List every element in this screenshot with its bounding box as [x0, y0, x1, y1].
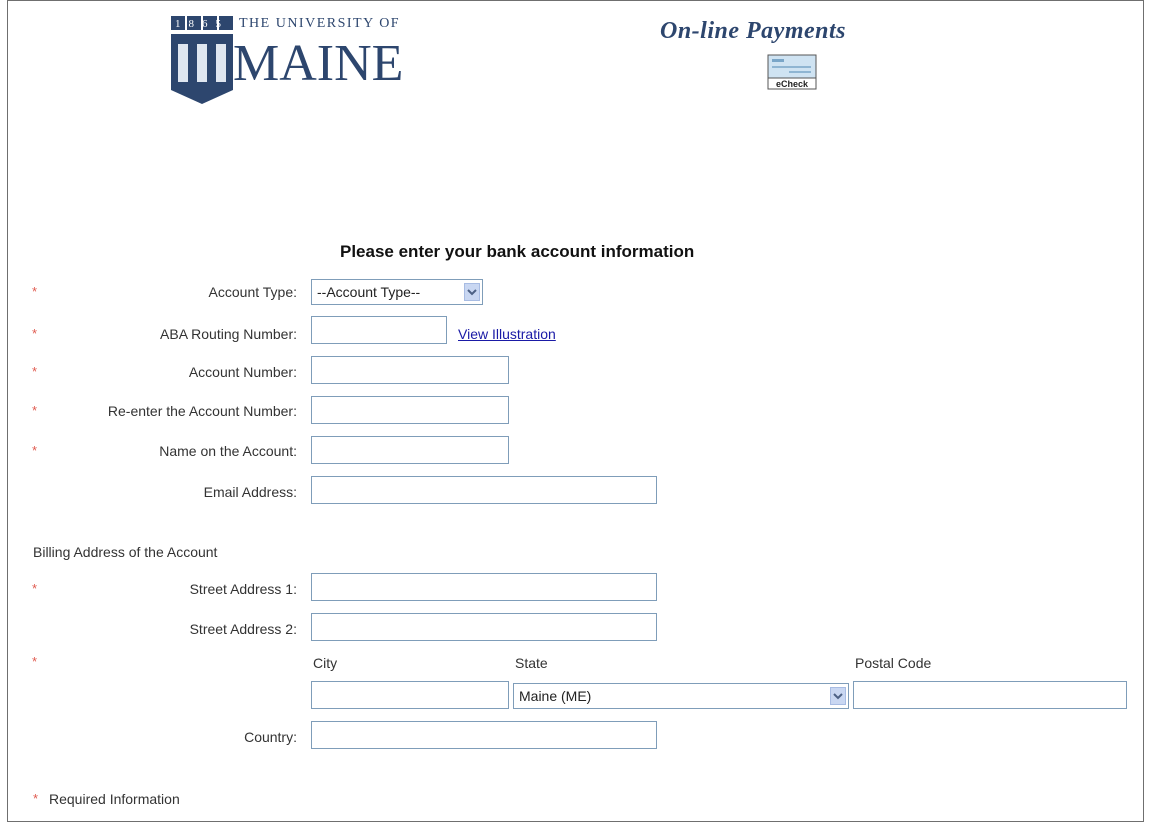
account-name-label: Name on the Account: [159, 443, 297, 459]
chevron-down-icon[interactable] [830, 687, 846, 705]
email-field[interactable] [311, 476, 657, 504]
echeck-label: eCheck [776, 79, 809, 89]
country-input[interactable] [311, 721, 657, 749]
required-mark: * [32, 284, 38, 299]
required-mark: * [32, 364, 38, 379]
billing-address-heading: Billing Address of the Account [33, 544, 218, 560]
state-select[interactable]: Maine (ME) [513, 683, 849, 709]
required-mark: * [33, 791, 39, 806]
echeck-icon: eCheck [767, 54, 817, 90]
view-illustration-link[interactable]: View Illustration [458, 326, 556, 342]
account-type-select[interactable]: --Account Type-- [311, 279, 483, 305]
logo-name: MAINE [233, 35, 403, 92]
university-logo: 1865 THE UNIVERSITY OF MAINE [171, 16, 403, 104]
state-label: State [515, 655, 548, 671]
account-type-label: Account Type: [208, 284, 297, 300]
page-title: On-line Payments [660, 18, 846, 44]
logo-year: 1865 [175, 18, 229, 30]
email-label: Email Address: [203, 484, 297, 500]
street-address-1-label: Street Address 1: [189, 581, 297, 597]
required-mark: * [32, 326, 38, 341]
required-mark: * [32, 581, 38, 596]
reenter-account-label: Re-enter the Account Number: [107, 403, 297, 419]
account-name-input[interactable] [311, 436, 509, 464]
form-heading: Please enter your bank account informati… [340, 242, 695, 261]
account-number-input[interactable] [311, 356, 509, 384]
account-number-label: Account Number: [188, 364, 297, 380]
routing-number-label: ABA Routing Number: [160, 326, 297, 342]
logo-top-text: THE UNIVERSITY OF [239, 16, 400, 31]
required-mark: * [32, 654, 38, 669]
reenter-account-input[interactable] [311, 396, 509, 424]
state-value: Maine (ME) [519, 688, 592, 704]
street-address-2-input[interactable] [311, 613, 657, 641]
country-label: Country: [244, 729, 297, 745]
postal-code-label: Postal Code [855, 655, 932, 671]
routing-number-input[interactable] [311, 316, 447, 344]
required-mark: * [32, 443, 38, 458]
chevron-down-icon[interactable] [464, 283, 480, 301]
street-address-2-label: Street Address 2: [189, 621, 297, 637]
street-address-1-input[interactable] [311, 573, 657, 601]
city-input[interactable] [311, 681, 509, 709]
account-type-value: --Account Type-- [317, 284, 421, 300]
postal-code-input[interactable] [853, 681, 1127, 709]
city-label: City [313, 655, 338, 671]
required-mark: * [32, 403, 38, 418]
required-information-note: Required Information [49, 791, 180, 807]
